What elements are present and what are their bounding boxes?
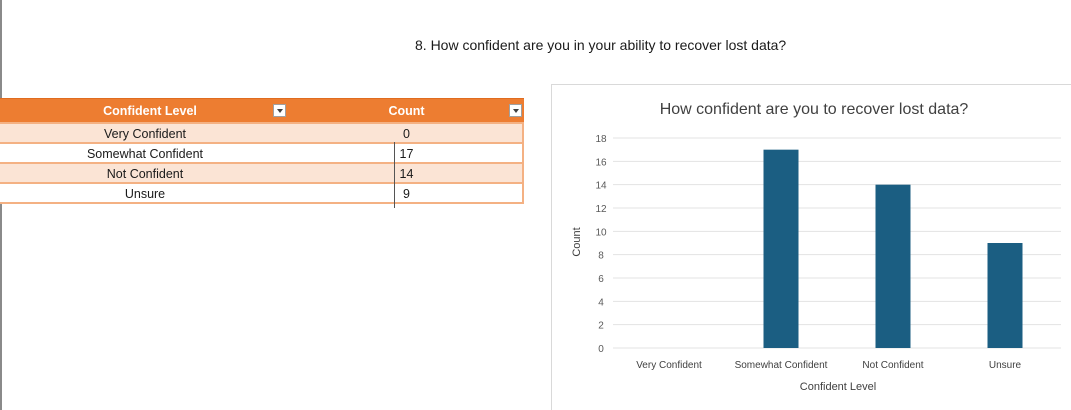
filter-dropdown-icon[interactable] — [273, 104, 286, 117]
window-left-edge — [0, 0, 2, 410]
cell-count[interactable]: 17 — [290, 147, 523, 161]
y-tick-label: 0 — [598, 344, 604, 355]
cell-level[interactable]: Very Confident — [0, 127, 290, 141]
y-axis-ticks: 0 2 4 6 8 10 12 14 16 18 — [595, 134, 607, 355]
cell-count[interactable]: 14 — [290, 167, 523, 181]
x-axis-ticks: Very Confident Somewhat Confident Not Conf… — [636, 360, 1021, 371]
cell-cursor-line — [394, 142, 395, 208]
bar[interactable] — [987, 243, 1023, 348]
header-count[interactable]: Count — [290, 104, 523, 118]
x-axis-label: Confident Level — [800, 381, 876, 393]
x-tick-label: Unsure — [989, 360, 1022, 371]
y-axis-label: Count — [571, 227, 583, 256]
cell-level[interactable]: Unsure — [0, 187, 290, 201]
x-tick-label: Very Confident — [636, 360, 702, 371]
table-row[interactable]: Not Confident 14 — [0, 162, 524, 182]
y-tick-label: 18 — [595, 134, 607, 145]
y-tick-label: 16 — [595, 157, 607, 168]
chart-title: How confident are you to recover lost da… — [660, 101, 969, 118]
question-text: 8. How confident are you in your ability… — [415, 37, 787, 53]
filter-dropdown-icon[interactable] — [509, 104, 522, 117]
x-tick-label: Somewhat Confident — [735, 360, 828, 371]
bar[interactable] — [763, 149, 799, 348]
cell-count[interactable]: 9 — [290, 187, 523, 201]
y-tick-label: 4 — [598, 297, 604, 308]
y-tick-label: 2 — [598, 321, 604, 332]
y-tick-label: 12 — [595, 204, 607, 215]
x-tick-label: Not Confident — [862, 360, 923, 371]
table-row[interactable]: Very Confident 0 — [0, 122, 524, 142]
header-confident-level[interactable]: Confident Level — [0, 104, 300, 118]
data-table: Confident Level Count Very Confident 0 S… — [0, 98, 524, 204]
table-row[interactable]: Somewhat Confident 17 — [0, 142, 524, 162]
y-tick-label: 6 — [598, 274, 604, 285]
cell-count[interactable]: 0 — [290, 127, 523, 141]
bars — [763, 149, 1023, 348]
y-tick-label: 10 — [595, 227, 607, 238]
table-header-row: Confident Level Count — [0, 98, 524, 122]
table-row[interactable]: Unsure 9 — [0, 182, 524, 204]
bar-chart[interactable]: How confident are you to recover lost da… — [551, 84, 1071, 410]
bar[interactable] — [875, 184, 911, 348]
cell-level[interactable]: Not Confident — [0, 167, 290, 181]
cell-level[interactable]: Somewhat Confident — [0, 147, 290, 161]
y-tick-label: 8 — [598, 251, 604, 262]
y-tick-label: 14 — [595, 181, 607, 192]
